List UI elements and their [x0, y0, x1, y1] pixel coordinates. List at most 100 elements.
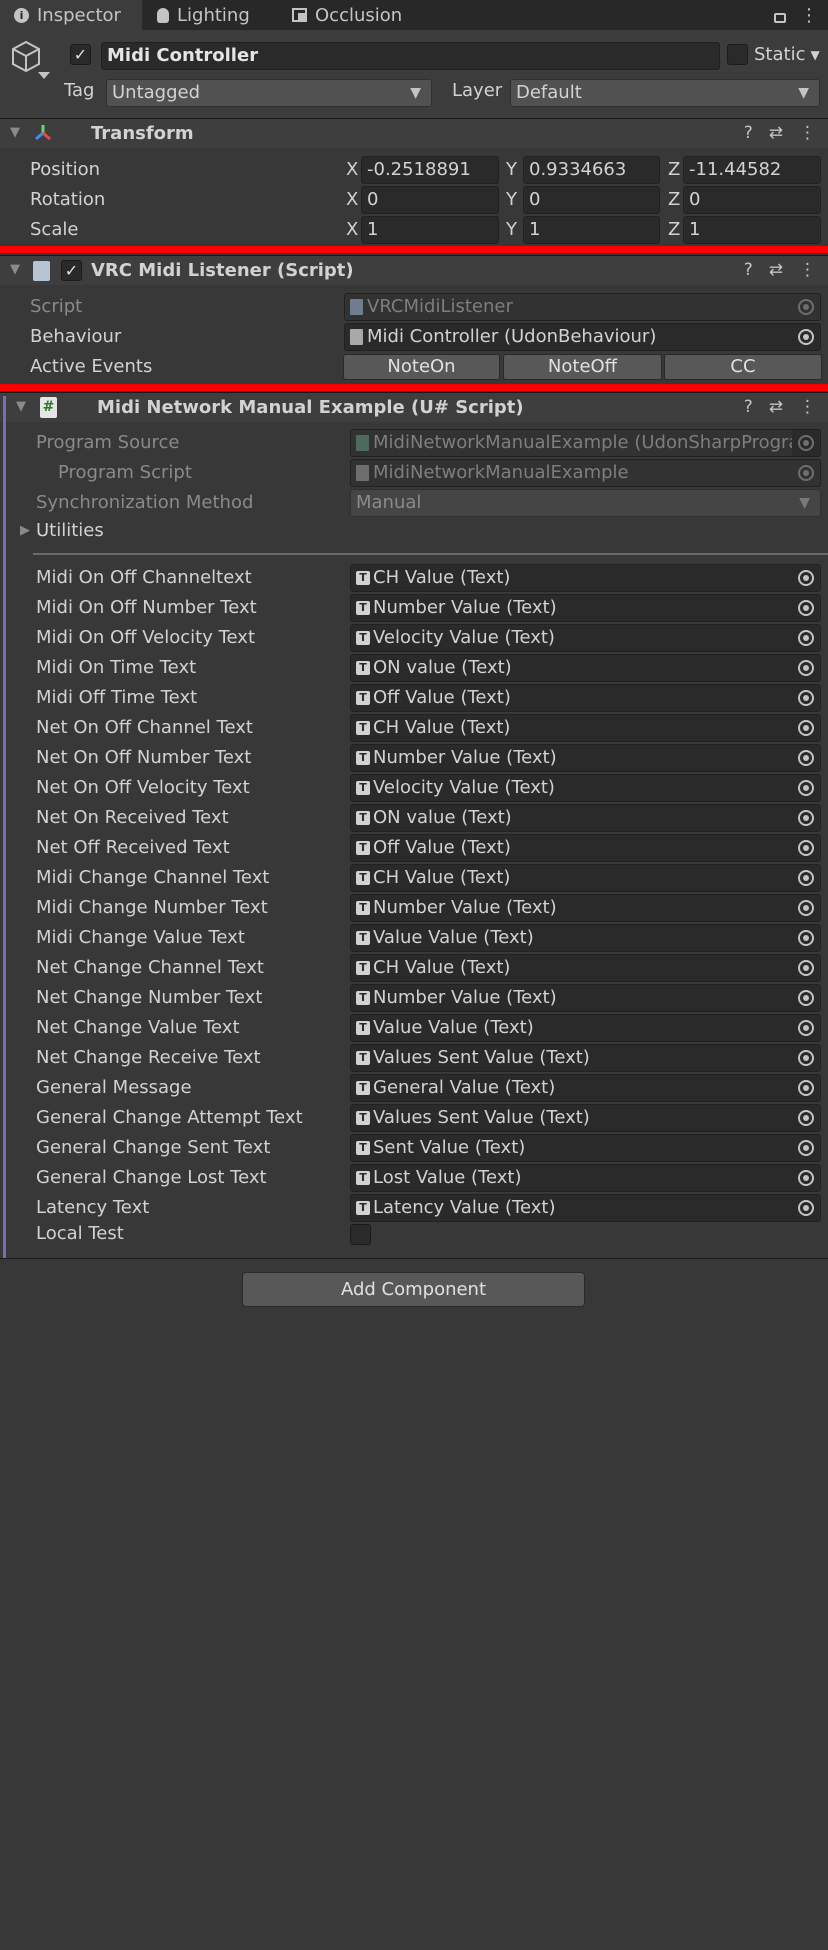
object-picker-icon[interactable] — [798, 900, 814, 916]
more-options-icon[interactable]: ⋮ — [799, 123, 816, 143]
text-reference-field[interactable]: T Sent Value (Text) — [350, 1134, 821, 1162]
object-picker-icon[interactable] — [798, 660, 814, 676]
object-picker-icon[interactable] — [798, 600, 814, 616]
tag-dropdown[interactable]: Untagged ▼ — [106, 79, 432, 107]
presets-icon[interactable]: ⇄ — [769, 123, 783, 143]
text-component-icon: T — [356, 811, 370, 825]
lock-icon[interactable] — [774, 13, 786, 23]
field-label: General Change Sent Text — [36, 1137, 271, 1158]
help-icon[interactable]: ? — [744, 397, 753, 417]
icon-dropdown-arrow[interactable] — [38, 72, 50, 80]
foldout-arrow-icon[interactable]: ▼ — [10, 262, 20, 277]
text-reference-field[interactable]: T CH Value (Text) — [350, 564, 821, 592]
text-reference-field[interactable]: T Number Value (Text) — [350, 744, 821, 772]
component-enabled-checkbox[interactable]: ✓ — [61, 260, 82, 281]
object-picker-icon[interactable] — [798, 1170, 814, 1186]
tab-inspector[interactable]: i Inspector — [0, 0, 142, 30]
position-x-input[interactable]: -0.2518891 — [361, 156, 499, 184]
tab-lighting[interactable]: Lighting — [157, 0, 277, 30]
static-checkbox[interactable] — [727, 44, 748, 65]
text-reference-field[interactable]: T Lost Value (Text) — [350, 1164, 821, 1192]
help-icon[interactable]: ? — [744, 123, 753, 143]
event-cc-button[interactable]: CC — [664, 354, 822, 380]
object-picker-icon[interactable] — [798, 810, 814, 826]
field-label: General Message — [36, 1077, 192, 1098]
text-reference-field[interactable]: T CH Value (Text) — [350, 714, 821, 742]
udon-component-header[interactable]: ▼ # Midi Network Manual Example (U# Scri… — [0, 392, 828, 422]
rotation-y-input[interactable]: 0 — [523, 186, 660, 214]
object-picker-icon[interactable] — [798, 1020, 814, 1036]
text-reference-field[interactable]: T Values Sent Value (Text) — [350, 1044, 821, 1072]
object-picker-icon[interactable] — [798, 1140, 814, 1156]
more-options-icon[interactable]: ⋮ — [800, 5, 818, 26]
object-picker-icon[interactable] — [798, 690, 814, 706]
object-picker-icon[interactable] — [798, 870, 814, 886]
text-reference-field[interactable]: T Velocity Value (Text) — [350, 624, 821, 652]
object-picker-icon[interactable] — [798, 1050, 814, 1066]
field-value: Values Sent Value (Text) — [373, 1047, 590, 1068]
text-reference-field[interactable]: T Values Sent Value (Text) — [350, 1104, 821, 1132]
text-reference-field[interactable]: T Value Value (Text) — [350, 924, 821, 952]
midi-listener-header[interactable]: ▼ ✓ VRC Midi Listener (Script) ? ⇄ ⋮ — [0, 255, 828, 285]
layer-dropdown[interactable]: Default ▼ — [510, 79, 820, 107]
local-test-checkbox[interactable] — [350, 1224, 371, 1245]
text-reference-field[interactable]: T Value Value (Text) — [350, 1014, 821, 1042]
layer-label: Layer — [452, 80, 503, 101]
text-reference-field[interactable]: T General Value (Text) — [350, 1074, 821, 1102]
object-picker-icon[interactable] — [798, 750, 814, 766]
object-picker-icon[interactable] — [798, 960, 814, 976]
utilities-foldout[interactable]: ▶ Utilities — [20, 520, 104, 541]
script-label: Script — [30, 296, 83, 317]
object-picker-icon[interactable] — [798, 329, 814, 345]
event-noteon-button[interactable]: NoteOn — [343, 354, 500, 380]
text-reference-field[interactable]: T Number Value (Text) — [350, 594, 821, 622]
object-picker-icon[interactable] — [798, 990, 814, 1006]
active-checkbox[interactable]: ✓ — [70, 44, 91, 65]
scale-y-input[interactable]: 1 — [523, 216, 660, 244]
chevron-down-icon: ▼ — [799, 495, 810, 511]
tab-occlusion[interactable]: Occlusion — [292, 0, 432, 30]
object-picker-icon[interactable] — [798, 780, 814, 796]
text-reference-field[interactable]: T Number Value (Text) — [350, 984, 821, 1012]
foldout-arrow-icon[interactable]: ▼ — [10, 125, 20, 140]
object-picker-icon[interactable] — [798, 930, 814, 946]
text-reference-field[interactable]: T Velocity Value (Text) — [350, 774, 821, 802]
more-options-icon[interactable]: ⋮ — [799, 260, 816, 280]
position-y-input[interactable]: 0.9334663 — [523, 156, 660, 184]
rotation-x-input[interactable]: 0 — [361, 186, 499, 214]
more-options-icon[interactable]: ⋮ — [799, 397, 816, 417]
text-reference-field[interactable]: T ON value (Text) — [350, 804, 821, 832]
object-picker-icon[interactable] — [798, 1200, 814, 1216]
foldout-arrow-icon[interactable]: ▼ — [16, 399, 26, 414]
transform-header[interactable]: ▼ Transform ? ⇄ ⋮ — [0, 118, 828, 148]
event-noteoff-button[interactable]: NoteOff — [503, 354, 662, 380]
object-name-input[interactable]: Midi Controller — [101, 42, 720, 70]
object-picker-icon[interactable] — [798, 630, 814, 646]
tab-label: Occlusion — [315, 4, 403, 26]
object-picker-icon[interactable] — [798, 720, 814, 736]
text-reference-field[interactable]: T Off Value (Text) — [350, 834, 821, 862]
help-icon[interactable]: ? — [744, 260, 753, 280]
field-value: ON value (Text) — [373, 807, 512, 828]
static-dropdown[interactable]: Static ▼ — [754, 44, 820, 65]
object-picker-icon[interactable] — [798, 1110, 814, 1126]
scale-x-input[interactable]: 1 — [361, 216, 499, 244]
text-reference-field[interactable]: T Off Value (Text) — [350, 684, 821, 712]
field-label: Net Off Received Text — [36, 837, 230, 858]
position-z-input[interactable]: -11.44582 — [683, 156, 821, 184]
text-reference-field[interactable]: T ON value (Text) — [350, 654, 821, 682]
object-picker-icon[interactable] — [798, 1080, 814, 1096]
scale-z-input[interactable]: 1 — [683, 216, 821, 244]
rotation-z-input[interactable]: 0 — [683, 186, 821, 214]
text-reference-field[interactable]: T Number Value (Text) — [350, 894, 821, 922]
text-reference-field[interactable]: T CH Value (Text) — [350, 864, 821, 892]
behaviour-field[interactable]: Midi Controller (UdonBehaviour) — [344, 323, 821, 351]
text-reference-field[interactable]: T CH Value (Text) — [350, 954, 821, 982]
text-reference-field[interactable]: T Latency Value (Text) — [350, 1194, 821, 1222]
add-component-button[interactable]: Add Component — [242, 1272, 585, 1307]
presets-icon[interactable]: ⇄ — [769, 397, 783, 417]
presets-icon[interactable]: ⇄ — [769, 260, 783, 280]
object-picker-icon[interactable] — [798, 570, 814, 586]
object-picker-icon[interactable] — [798, 840, 814, 856]
sync-method-value: Manual — [356, 492, 422, 513]
